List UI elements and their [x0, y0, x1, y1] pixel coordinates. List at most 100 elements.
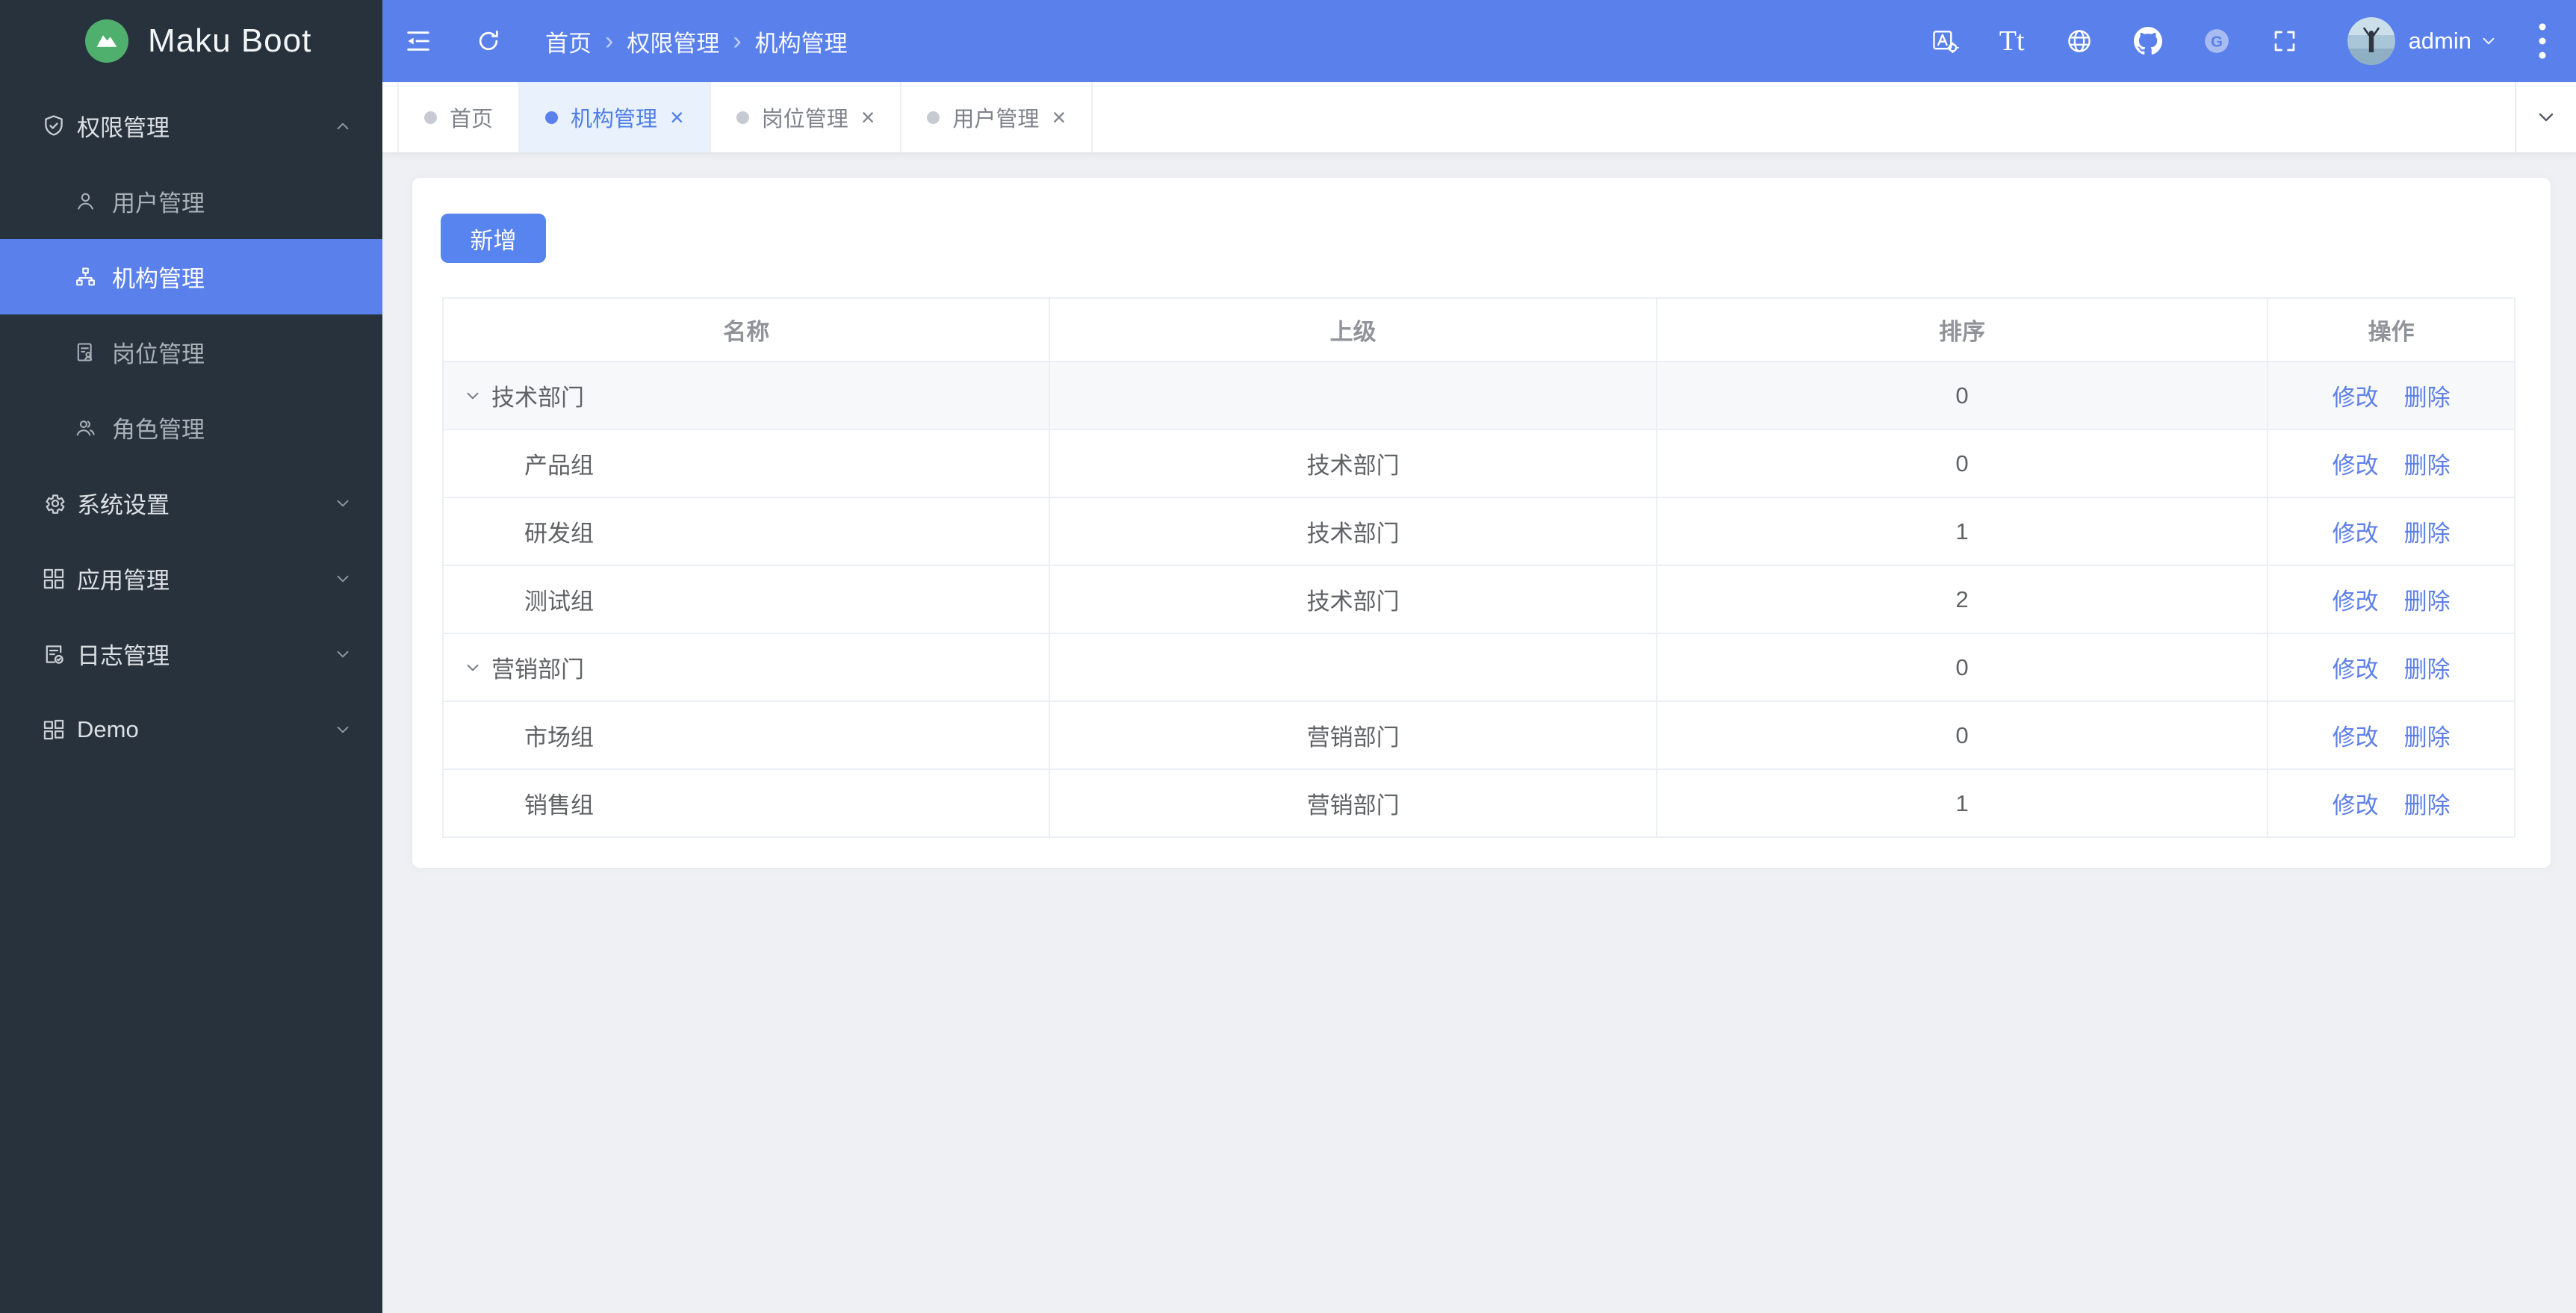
table-row: 营销部门 0 修改 删除	[444, 634, 2516, 702]
tab-label: 岗位管理	[761, 108, 848, 131]
delete-link[interactable]: 删除	[2404, 379, 2451, 412]
content-card: 新增 名称 上级 排序 操作 技术部门 0 修改 删除 产品组 技术部门 0 修…	[412, 178, 2551, 868]
sidebar-item-label: 应用管理	[77, 568, 170, 594]
more-options-icon[interactable]	[2537, 22, 2548, 60]
actions-cell: 修改 删除	[2268, 498, 2516, 566]
top-header: 首页 › 权限管理 › 机构管理 Tt G admin	[382, 0, 2576, 82]
table-row: 市场组 营销部门 0 修改 删除	[444, 702, 2516, 770]
gitee-icon[interactable]: G	[2203, 27, 2231, 55]
tab-org-management[interactable]: 机构管理 ×	[520, 82, 711, 152]
app-logo[interactable]: Maku Boot	[0, 0, 382, 82]
fullscreen-icon[interactable]	[2271, 28, 2298, 55]
tab-user-management[interactable]: 用户管理 ×	[901, 82, 1093, 152]
close-icon[interactable]: ×	[1052, 105, 1066, 129]
sidebar-item-label: 岗位管理	[112, 341, 205, 367]
add-button[interactable]: 新增	[441, 214, 546, 263]
chevron-down-icon	[2479, 31, 2498, 51]
parent-cell: 技术部门	[1050, 566, 1657, 634]
tab-dot	[545, 111, 559, 124]
actions-cell: 修改 删除	[2268, 430, 2516, 498]
apps-icon	[41, 566, 66, 592]
user-icon	[74, 190, 97, 213]
tab-label: 用户管理	[952, 108, 1040, 131]
name-cell: 研发组	[444, 498, 1051, 566]
sidebar-item-label: 日志管理	[77, 643, 170, 669]
delete-link[interactable]: 删除	[2404, 651, 2451, 684]
parent-cell	[1050, 634, 1657, 702]
refresh-icon[interactable]	[475, 28, 502, 55]
actions-cell: 修改 删除	[2268, 770, 2516, 838]
sort-cell: 1	[1657, 498, 2269, 566]
log-icon	[41, 642, 66, 667]
breadcrumb-item-home[interactable]: 首页	[545, 25, 592, 58]
github-icon[interactable]	[2133, 27, 2162, 55]
sidebar-item-app-management[interactable]: 应用管理	[0, 541, 382, 616]
delete-link[interactable]: 删除	[2404, 583, 2451, 616]
breadcrumb-item-permission[interactable]: 权限管理	[627, 25, 719, 58]
demo-grid-icon	[41, 717, 66, 742]
name-cell: 技术部门	[444, 362, 1051, 430]
table-row: 测试组 技术部门 2 修改 删除	[444, 566, 2516, 634]
logo-icon	[85, 19, 128, 63]
sidebar-item-post-management[interactable]: 岗位管理	[0, 314, 382, 390]
expand-collapse-icon[interactable]	[463, 658, 482, 677]
language-translate-icon[interactable]	[1931, 27, 1959, 55]
delete-link[interactable]: 删除	[2404, 515, 2451, 548]
sidebar-item-log-management[interactable]: 日志管理	[0, 616, 382, 692]
breadcrumb: 首页 › 权限管理 › 机构管理	[545, 25, 848, 58]
sidebar-item-label: 角色管理	[112, 417, 205, 443]
edit-link[interactable]: 修改	[2333, 379, 2379, 412]
avatar	[2347, 17, 2395, 65]
sidebar-item-org-management[interactable]: 机构管理	[0, 239, 382, 314]
tab-label: 机构管理	[571, 108, 658, 131]
sort-cell: 0	[1657, 702, 2269, 770]
edit-link[interactable]: 修改	[2333, 583, 2379, 616]
close-icon[interactable]: ×	[861, 105, 875, 129]
parent-cell	[1050, 362, 1657, 430]
edit-link[interactable]: 修改	[2333, 515, 2379, 548]
tab-dot	[927, 111, 940, 124]
breadcrumb-separator: ›	[733, 27, 742, 55]
edit-link[interactable]: 修改	[2333, 651, 2379, 684]
sidebar-collapse-icon[interactable]	[403, 26, 433, 56]
username: admin	[2408, 28, 2471, 54]
expand-collapse-icon[interactable]	[463, 386, 482, 406]
sort-cell: 0	[1657, 430, 2269, 498]
user-menu[interactable]: admin	[2347, 17, 2498, 65]
column-header-sort: 排序	[1657, 299, 2269, 362]
table-row: 研发组 技术部门 1 修改 删除	[444, 498, 2516, 566]
delete-link[interactable]: 删除	[2404, 786, 2451, 820]
sort-cell: 0	[1657, 634, 2269, 702]
sidebar-item-user-management[interactable]: 用户管理	[0, 164, 382, 239]
app-title: Maku Boot	[148, 22, 312, 59]
edit-link[interactable]: 修改	[2333, 447, 2379, 480]
gear-icon	[41, 491, 66, 516]
table-row: 产品组 技术部门 0 修改 删除	[444, 430, 2516, 498]
edit-link[interactable]: 修改	[2333, 786, 2379, 820]
globe-icon[interactable]	[2065, 27, 2094, 55]
font-size-icon[interactable]: Tt	[1999, 27, 2025, 55]
tab-home[interactable]: 首页	[397, 82, 521, 152]
sidebar-item-system-settings[interactable]: 系统设置	[0, 465, 382, 541]
tab-list-dropdown-icon[interactable]	[2515, 82, 2576, 152]
column-header-actions: 操作	[2268, 299, 2516, 362]
header-actions: Tt G admin	[1890, 17, 2548, 65]
sidebar-item-demo[interactable]: Demo	[0, 692, 382, 767]
sidebar-item-permission-management[interactable]: 权限管理	[0, 88, 382, 164]
actions-cell: 修改 删除	[2268, 634, 2516, 702]
close-icon[interactable]: ×	[670, 105, 684, 129]
tab-post-management[interactable]: 岗位管理 ×	[711, 82, 902, 152]
parent-cell: 技术部门	[1050, 498, 1657, 566]
tab-dot	[424, 111, 437, 124]
delete-link[interactable]: 删除	[2404, 718, 2451, 752]
table-header-row: 名称 上级 排序 操作	[444, 299, 2516, 362]
sidebar-item-label: 用户管理	[112, 190, 205, 217]
sidebar-item-label: 机构管理	[112, 266, 205, 292]
sort-cell: 1	[1657, 770, 2269, 838]
sidebar-item-label: 系统设置	[77, 492, 170, 518]
sidebar-item-role-management[interactable]: 角色管理	[0, 390, 382, 465]
edit-link[interactable]: 修改	[2333, 718, 2379, 752]
name-cell: 测试组	[444, 566, 1051, 634]
tab-label: 首页	[450, 108, 494, 131]
delete-link[interactable]: 删除	[2404, 447, 2451, 480]
